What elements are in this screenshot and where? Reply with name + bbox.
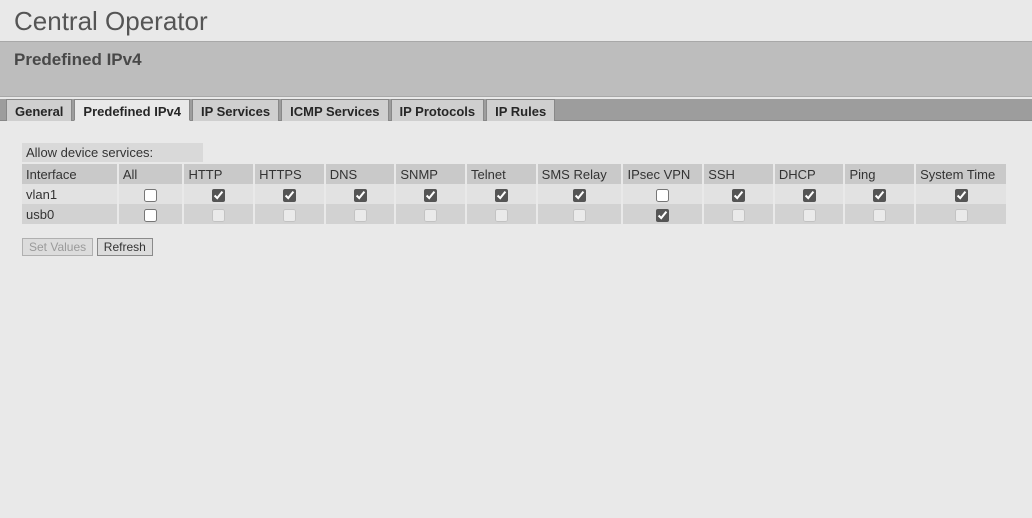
cell-telnet: [466, 204, 537, 224]
checkbox-usb0-ipsec-vpn[interactable]: [656, 209, 669, 222]
column-header-all: All: [118, 164, 184, 184]
services-table: InterfaceAllHTTPHTTPSDNSSNMPTelnetSMS Re…: [22, 164, 1006, 224]
checkbox-vlan1-snmp[interactable]: [424, 189, 437, 202]
checkbox-vlan1-ssh[interactable]: [732, 189, 745, 202]
checkbox-usb0-sms-relay: [573, 209, 586, 222]
cell-dns: [325, 204, 396, 224]
interface-name: vlan1: [22, 184, 118, 204]
set-values-button: Set Values: [22, 238, 93, 256]
cell-ipsec-vpn: [622, 204, 703, 224]
cell-ipsec-vpn: [622, 184, 703, 204]
column-header-snmp: SNMP: [395, 164, 466, 184]
cell-sms-relay: [537, 204, 623, 224]
checkbox-vlan1-https[interactable]: [283, 189, 296, 202]
tab-ip-services[interactable]: IP Services: [192, 99, 279, 121]
column-header-system-time: System Time: [915, 164, 1006, 184]
refresh-button[interactable]: Refresh: [97, 238, 153, 256]
tab-ip-protocols[interactable]: IP Protocols: [391, 99, 485, 121]
cell-dhcp: [774, 204, 845, 224]
tab-icmp-services[interactable]: ICMP Services: [281, 99, 388, 121]
cell-http: [183, 184, 254, 204]
cell-all: [118, 184, 184, 204]
subheader-bar: Predefined IPv4: [0, 41, 1032, 97]
checkbox-usb0-snmp: [424, 209, 437, 222]
checkbox-usb0-https: [283, 209, 296, 222]
cell-ssh: [703, 184, 774, 204]
checkbox-usb0-ssh: [732, 209, 745, 222]
cell-sms-relay: [537, 184, 623, 204]
interface-name: usb0: [22, 204, 118, 224]
checkbox-vlan1-telnet[interactable]: [495, 189, 508, 202]
tab-predefined-ipv4[interactable]: Predefined IPv4: [74, 99, 190, 121]
table-row: usb0: [22, 204, 1006, 224]
cell-https: [254, 184, 325, 204]
checkbox-usb0-dns: [354, 209, 367, 222]
cell-ssh: [703, 204, 774, 224]
cell-snmp: [395, 204, 466, 224]
checkbox-usb0-telnet: [495, 209, 508, 222]
column-header-interface: Interface: [22, 164, 118, 184]
cell-dns: [325, 184, 396, 204]
checkbox-vlan1-system-time[interactable]: [955, 189, 968, 202]
checkbox-vlan1-dns[interactable]: [354, 189, 367, 202]
column-header-dhcp: DHCP: [774, 164, 845, 184]
column-header-https: HTTPS: [254, 164, 325, 184]
allow-device-services-label: Allow device services:: [22, 143, 203, 162]
page-title: Central Operator: [0, 0, 1032, 41]
checkbox-vlan1-sms-relay[interactable]: [573, 189, 586, 202]
cell-all: [118, 204, 184, 224]
column-header-telnet: Telnet: [466, 164, 537, 184]
checkbox-usb0-http: [212, 209, 225, 222]
checkbox-usb0-all[interactable]: [144, 209, 157, 222]
cell-https: [254, 204, 325, 224]
button-row: Set Values Refresh: [22, 238, 1032, 256]
content-area: Allow device services: InterfaceAllHTTPH…: [0, 121, 1032, 256]
checkbox-vlan1-http[interactable]: [212, 189, 225, 202]
checkbox-usb0-system-time: [955, 209, 968, 222]
column-header-ipsec-vpn: IPsec VPN: [622, 164, 703, 184]
column-header-sms-relay: SMS Relay: [537, 164, 623, 184]
cell-ping: [844, 184, 915, 204]
column-header-http: HTTP: [183, 164, 254, 184]
table-row: vlan1: [22, 184, 1006, 204]
checkbox-usb0-ping: [873, 209, 886, 222]
checkbox-usb0-dhcp: [803, 209, 816, 222]
checkbox-vlan1-dhcp[interactable]: [803, 189, 816, 202]
cell-ping: [844, 204, 915, 224]
checkbox-vlan1-ipsec-vpn[interactable]: [656, 189, 669, 202]
cell-system-time: [915, 184, 1006, 204]
column-header-ssh: SSH: [703, 164, 774, 184]
subheader-title: Predefined IPv4: [14, 50, 1032, 70]
cell-http: [183, 204, 254, 224]
tab-general[interactable]: General: [6, 99, 72, 121]
tab-bar: GeneralPredefined IPv4IP ServicesICMP Se…: [0, 99, 1032, 121]
column-header-ping: Ping: [844, 164, 915, 184]
cell-snmp: [395, 184, 466, 204]
cell-dhcp: [774, 184, 845, 204]
cell-telnet: [466, 184, 537, 204]
tab-ip-rules[interactable]: IP Rules: [486, 99, 555, 121]
cell-system-time: [915, 204, 1006, 224]
checkbox-vlan1-ping[interactable]: [873, 189, 886, 202]
checkbox-vlan1-all[interactable]: [144, 189, 157, 202]
column-header-dns: DNS: [325, 164, 396, 184]
